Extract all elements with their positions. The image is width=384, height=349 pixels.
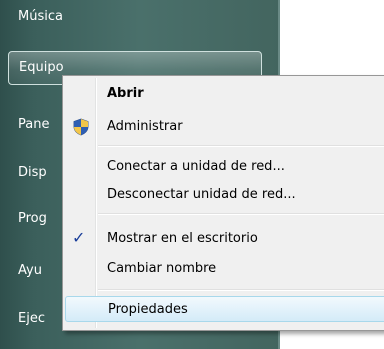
menu-item-mostrar-en-escritorio[interactable]: ✓ Mostrar en el escritorio (65, 226, 384, 252)
menu-item-label: Abrir (107, 86, 144, 101)
start-item-ayuda[interactable]: Ayu (18, 262, 42, 280)
menu-separator (98, 289, 384, 291)
menu-separator (98, 145, 384, 147)
menu-item-label: Propiedades (108, 302, 188, 317)
start-item-panel[interactable]: Pane (18, 116, 49, 134)
menu-item-desconectar-unidad-red[interactable]: Desconectar unidad de red... (65, 182, 384, 208)
menu-item-conectar-unidad-red[interactable]: Conectar a unidad de red... (65, 154, 384, 180)
start-item-musica[interactable]: Música (18, 8, 63, 26)
menu-item-abrir[interactable]: Abrir (65, 81, 384, 107)
menu-item-label: Desconectar unidad de red... (107, 187, 296, 202)
start-item-programas[interactable]: Prog (18, 210, 47, 228)
menu-item-label: Conectar a unidad de red... (107, 159, 285, 174)
start-item-dispositivos[interactable]: Disp (18, 164, 47, 182)
context-menu: Abrir Administrar Conectar a unidad de r… (62, 75, 384, 331)
menu-item-cambiar-nombre[interactable]: Cambiar nombre (65, 256, 384, 282)
menu-separator (98, 213, 384, 215)
menu-item-administrar[interactable]: Administrar (65, 114, 384, 140)
checkmark-icon: ✓ (72, 228, 86, 247)
screenshot-stage: Música Equipo Pane Disp Prog Ayu Ejec Ab… (0, 0, 384, 349)
menu-item-label: Administrar (107, 119, 183, 134)
uac-shield-icon (72, 118, 90, 136)
start-item-ejecutar[interactable]: Ejec (18, 310, 45, 328)
menu-item-propiedades[interactable]: Propiedades (65, 296, 384, 322)
menu-item-label: Mostrar en el escritorio (107, 231, 258, 246)
menu-item-label: Cambiar nombre (107, 261, 217, 276)
